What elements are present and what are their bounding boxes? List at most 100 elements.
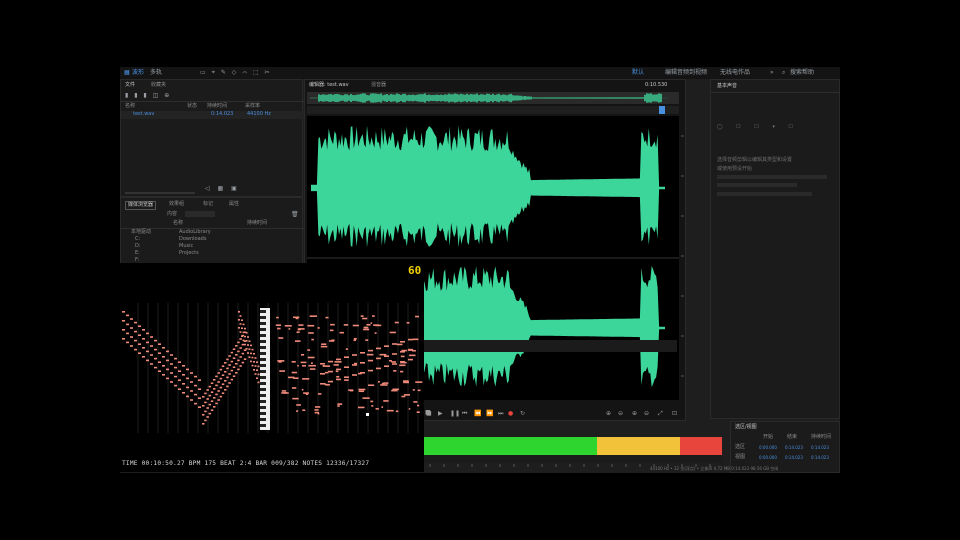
active-note xyxy=(366,413,369,416)
file-row[interactable]: test.wav 0:14.023 44100 Hz xyxy=(121,111,304,119)
folder-item[interactable]: Projects xyxy=(179,250,199,257)
workspace-default[interactable]: 默认 xyxy=(632,67,644,79)
midi-note xyxy=(230,378,234,381)
overview-strip[interactable] xyxy=(307,92,679,104)
tab-media-browser[interactable]: 媒体浏览器 xyxy=(125,201,157,210)
waveform-mode-button[interactable]: 波形 xyxy=(132,67,144,79)
midi-note xyxy=(154,357,157,360)
midi-note xyxy=(198,406,201,408)
multitrack-mode-button[interactable]: 多轨 xyxy=(150,67,162,79)
zoom-in-time-icon[interactable]: ⊕ xyxy=(632,411,637,417)
black-key xyxy=(260,370,266,373)
zoom-out-amplitude-icon[interactable]: ⊖ xyxy=(618,411,623,417)
midi-note xyxy=(408,348,413,351)
black-key xyxy=(260,328,266,331)
horizontal-scrollbar[interactable] xyxy=(125,192,195,194)
zoom-full-icon[interactable]: ⤢ xyxy=(658,411,663,417)
tool-icons[interactable]: ▭ ⌖ ✎ ◇ ⌒ ⬚ ✂ xyxy=(200,67,272,79)
tree-item[interactable]: C: xyxy=(135,236,140,243)
midi-note xyxy=(349,389,354,392)
presets-dropdown[interactable] xyxy=(717,175,827,179)
midi-note xyxy=(232,348,236,350)
editor-tab[interactable]: 编辑器: test.wav xyxy=(309,82,349,89)
zoom-selection-icon[interactable]: ⊡ xyxy=(672,411,677,417)
tree-item[interactable]: E: xyxy=(135,250,140,257)
presets-list[interactable] xyxy=(717,192,812,196)
midi-note xyxy=(403,381,409,384)
midi-note xyxy=(400,341,405,343)
files-footer-icons[interactable]: ◁ ▦ ▣ xyxy=(205,185,240,192)
waveform-mode-icon[interactable]: ▦ xyxy=(124,67,130,79)
midi-note xyxy=(235,363,238,365)
midi-note xyxy=(241,335,243,337)
tree-item[interactable]: 本地驱动 xyxy=(131,229,151,236)
midi-note xyxy=(254,373,257,375)
midi-note xyxy=(130,336,133,338)
midi-note xyxy=(242,339,245,342)
midi-note xyxy=(365,339,369,341)
midi-note xyxy=(291,371,298,374)
black-key xyxy=(260,376,266,379)
stop-icon[interactable]: ■ xyxy=(426,411,432,417)
midi-note xyxy=(221,392,225,394)
selection-end-field[interactable]: 0:14.023 xyxy=(785,445,803,450)
mixer-tab[interactable]: 混音器 xyxy=(371,82,386,89)
midi-note xyxy=(122,320,125,322)
view-start-field[interactable]: 0:00.000 xyxy=(759,455,777,460)
content-dropdown[interactable] xyxy=(185,211,215,217)
folder-item[interactable]: Music xyxy=(179,243,193,250)
rewind-icon[interactable]: ⏪ xyxy=(474,411,481,417)
midi-note xyxy=(245,332,248,334)
preset-controls[interactable]: ◯ ☐ ☐ ▾ ☐ xyxy=(717,124,799,130)
midi-note xyxy=(243,358,247,360)
midi-note xyxy=(394,321,399,324)
fast-forward-icon[interactable]: ⏩ xyxy=(486,411,493,417)
meter-green-segment xyxy=(424,437,597,455)
midi-note xyxy=(247,336,249,338)
black-key xyxy=(260,340,266,343)
tab-favorites[interactable]: 收藏夹 xyxy=(151,82,166,89)
workspace-radio[interactable]: 无线电作品 xyxy=(720,67,750,79)
presets-list[interactable] xyxy=(717,183,797,187)
midi-note xyxy=(360,362,365,364)
tab-markers[interactable]: 标记 xyxy=(203,201,213,208)
skip-end-icon[interactable]: ⏭ xyxy=(498,411,503,417)
time-ruler[interactable] xyxy=(307,106,679,121)
midi-note xyxy=(308,332,314,334)
midi-note xyxy=(297,328,301,331)
search-help-input[interactable]: 搜索帮助 xyxy=(790,67,814,79)
view-end-field[interactable]: 0:14.023 xyxy=(785,455,803,460)
tab-files[interactable]: 文件 xyxy=(125,82,135,89)
files-toolbar-icons[interactable]: ▮ ▮ ▮ ◫ ⊕ xyxy=(125,92,171,99)
midi-note xyxy=(368,349,373,352)
pause-icon[interactable]: ❚❚ xyxy=(450,411,460,417)
tab-properties[interactable]: 属性 xyxy=(229,201,239,208)
zoom-in-amplitude-icon[interactable]: ⊕ xyxy=(606,411,611,417)
midi-note xyxy=(314,411,320,414)
selection-start-field[interactable]: 0:00.000 xyxy=(759,445,777,450)
tab-effects[interactable]: 效果组 xyxy=(169,201,184,208)
overflow-icon[interactable]: » xyxy=(770,67,774,79)
midi-note xyxy=(417,404,420,407)
midi-note xyxy=(232,366,236,368)
midi-note xyxy=(295,317,299,320)
folder-item[interactable]: Downloads xyxy=(179,236,206,243)
midi-note xyxy=(142,338,145,340)
view-duration-field[interactable]: 0:14.023 xyxy=(811,455,829,460)
zoom-out-time-icon[interactable]: ⊖ xyxy=(644,411,649,417)
tree-item[interactable]: D: xyxy=(135,243,141,250)
midi-note xyxy=(126,314,129,317)
midi-note xyxy=(194,384,197,387)
folder-item[interactable]: AudioLibrary xyxy=(179,229,211,236)
play-icon[interactable]: ▶ xyxy=(438,411,443,417)
record-icon[interactable]: ● xyxy=(508,411,513,417)
skip-start-icon[interactable]: ⏮ xyxy=(462,411,467,417)
midi-note xyxy=(190,390,193,392)
loop-icon[interactable]: ↻ xyxy=(520,411,525,417)
playhead-handle[interactable] xyxy=(659,106,665,114)
midi-note xyxy=(281,390,287,392)
search-icon[interactable]: ⌕ xyxy=(782,67,785,79)
delete-icon[interactable]: 🗑 xyxy=(291,211,299,218)
selection-duration-field[interactable]: 0:14.023 xyxy=(811,445,829,450)
workspace-edit-video[interactable]: 编辑音频到视频 xyxy=(665,67,707,79)
